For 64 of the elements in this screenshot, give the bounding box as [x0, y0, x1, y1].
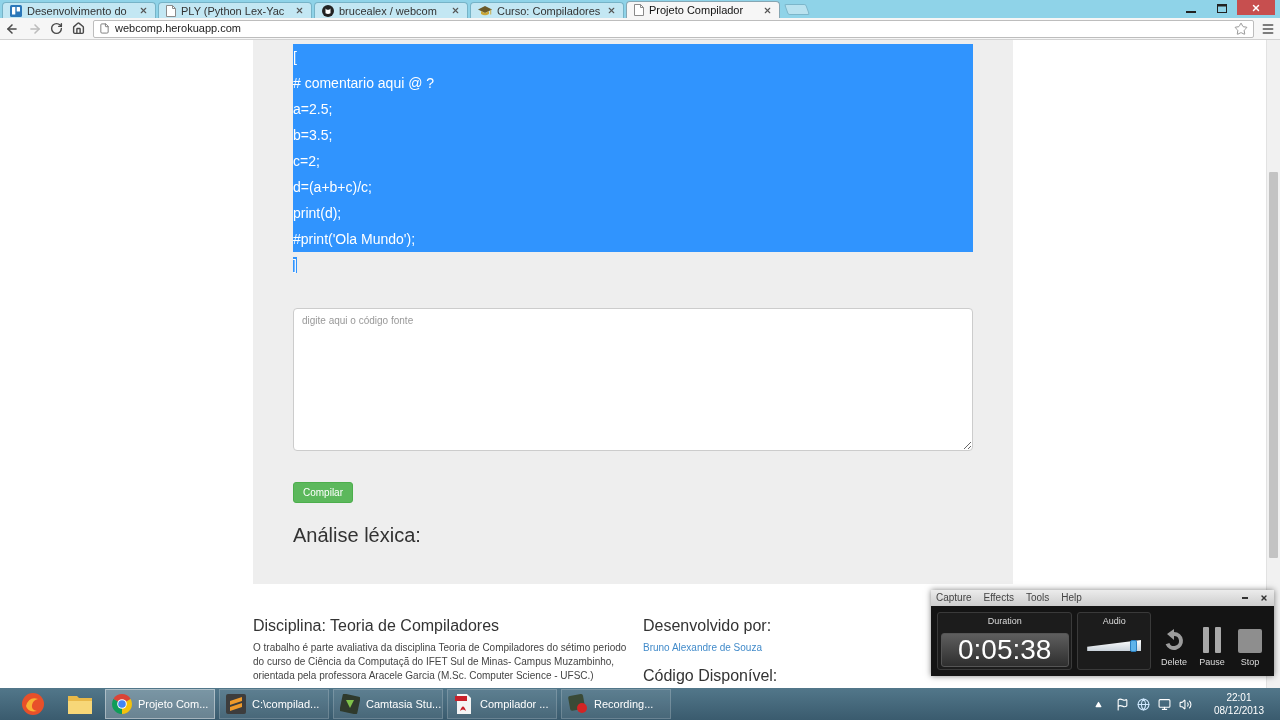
slider-thumb[interactable] — [1130, 640, 1138, 652]
audio-level-slider[interactable] — [1087, 637, 1142, 653]
app-tile-icon — [340, 694, 360, 714]
restore-icon[interactable] — [1217, 4, 1227, 13]
taskbar-button[interactable]: C:\compilad... — [219, 689, 329, 719]
browser-tab[interactable]: Desenvolvimento do — [2, 2, 156, 18]
taskbar-button[interactable]: Recording... — [561, 689, 671, 719]
stripes-tile-icon — [226, 694, 246, 714]
clock-date[interactable]: 08/12/2013 — [1213, 704, 1264, 717]
close-icon[interactable] — [1260, 594, 1268, 602]
menu-item[interactable]: Capture — [936, 592, 972, 604]
section-heading: Análise léxica: — [293, 524, 422, 546]
back-icon[interactable] — [5, 21, 19, 36]
taskbar-button[interactable]: Compilador ... — [447, 689, 557, 719]
flag-icon[interactable] — [1115, 697, 1129, 711]
globe-icon[interactable] — [1136, 697, 1150, 711]
circle-logo-icon — [112, 694, 132, 714]
stop-icon — [1238, 629, 1262, 653]
close-icon — [1251, 2, 1261, 13]
page-icon — [99, 23, 110, 34]
taskbar-button[interactable]: Camtasia Stu... — [333, 689, 443, 719]
pause-button[interactable]: Pause — [1194, 612, 1230, 670]
menu-item[interactable]: Tools — [1025, 592, 1050, 604]
close-icon[interactable] — [139, 6, 148, 15]
reload-icon[interactable] — [50, 22, 63, 35]
crescent-icon[interactable] — [21, 692, 45, 716]
about-text: O trabalho é parte avaliativa da disciplina Teoria de Compiladores do sétimo periodo do curso de Ciência da Computaçã do IFET Sul de Minas- Campus Muzambinho, orientada pela professora Aracele Garcia (M.Sc. Computer Science - UFSC.) — [253, 641, 628, 683]
delete-button[interactable]: Delete — [1156, 612, 1192, 670]
folder-icon[interactable] — [68, 694, 92, 714]
caret-up-icon[interactable] — [1094, 700, 1102, 708]
pause-icon — [1203, 627, 1221, 653]
duration-display: 0:05:38 — [940, 633, 1069, 667]
clock-time[interactable]: 22:01 — [1226, 691, 1252, 704]
browser-tab[interactable]: Projeto Compilador — [626, 1, 780, 18]
record-icon — [568, 694, 588, 714]
page-icon — [634, 4, 644, 16]
menu-icon[interactable] — [1261, 21, 1275, 36]
address-bar[interactable]: webcomp.herokuapp.com — [93, 19, 1254, 38]
close-button[interactable] — [1237, 0, 1275, 15]
footer-heading: Desenvolvido por: — [643, 616, 772, 636]
author-link[interactable]: Bruno Alexandre de Souza — [643, 641, 762, 655]
browser-tab[interactable]: Curso: Compiladores — [470, 2, 624, 18]
source-code-field[interactable]: digite aqui o código fonte — [293, 308, 973, 451]
taskbar-button[interactable]: Projeto Com... — [105, 689, 215, 719]
panel-label: Duration — [987, 615, 1022, 627]
footer-heading: Código Disponível: — [643, 666, 778, 686]
speaker-icon[interactable] — [1178, 697, 1192, 711]
close-icon[interactable] — [295, 6, 304, 15]
close-icon[interactable] — [607, 6, 616, 15]
graduation-cap-icon — [478, 4, 492, 17]
close-icon[interactable] — [763, 5, 772, 15]
browser-tab[interactable]: brucealex / webcom — [314, 2, 468, 18]
menu-item[interactable]: Effects — [983, 592, 1014, 604]
document-icon — [454, 694, 474, 714]
footer-heading: Disciplina: Teoria de Compiladores — [253, 616, 501, 636]
browser-tab[interactable]: PLY (Python Lex-Yac — [158, 2, 312, 18]
monitor-icon[interactable] — [1157, 697, 1171, 711]
panel-label: Audio — [1102, 615, 1126, 627]
close-icon[interactable] — [451, 6, 460, 15]
stop-button[interactable]: Stop — [1232, 612, 1268, 670]
home-icon[interactable] — [72, 22, 85, 35]
bookmark-star-icon[interactable] — [1234, 21, 1248, 36]
scrollbar-thumb[interactable] — [1269, 172, 1278, 558]
menu-item[interactable]: Help — [1061, 592, 1082, 604]
